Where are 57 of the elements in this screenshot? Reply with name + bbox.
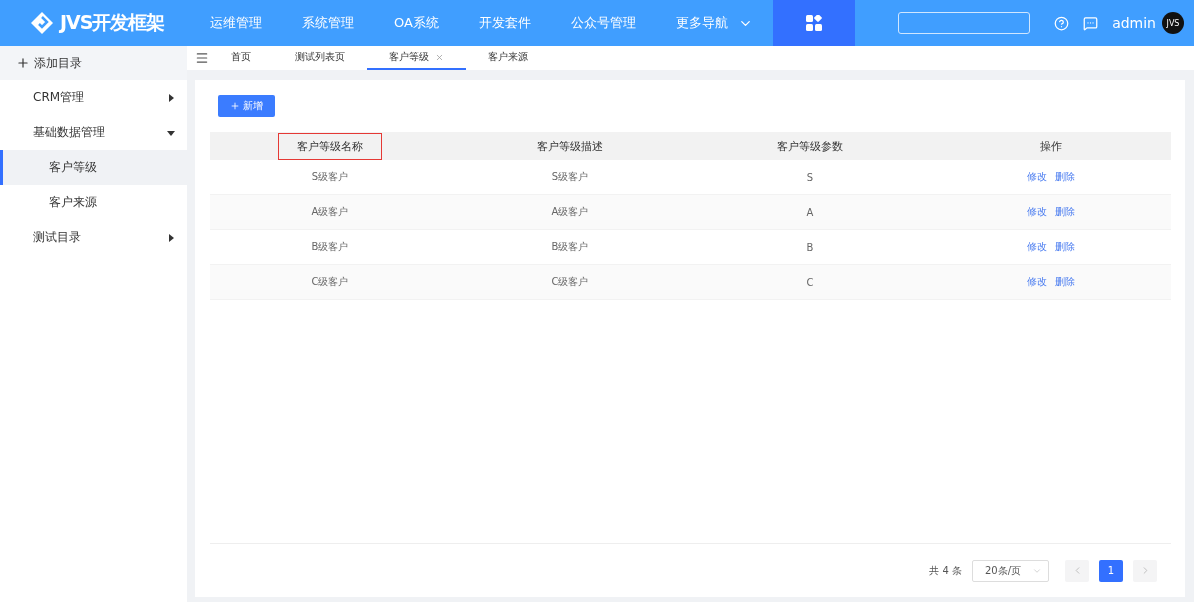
menu-icon[interactable] <box>195 51 209 65</box>
logo-text: JVS开发框架 <box>60 10 165 35</box>
close-icon[interactable] <box>435 52 444 62</box>
column-header: 客户等级描述 <box>536 138 604 155</box>
delete-link[interactable]: 删除 <box>1054 170 1075 184</box>
table-cell-text: S <box>805 170 815 185</box>
table-cell-text: B级客户 <box>550 240 590 254</box>
username[interactable]: admin <box>1112 15 1156 31</box>
page-size-select[interactable]: 20条/页 <box>972 559 1049 582</box>
apps-icon <box>805 15 822 31</box>
delete-link[interactable]: 删除 <box>1054 240 1075 254</box>
delete-link[interactable]: 删除 <box>1054 275 1075 289</box>
total-count: 共 4 条 <box>929 563 962 578</box>
tab[interactable]: 首页 <box>209 46 273 70</box>
column-header: 操作 <box>1038 138 1063 155</box>
nav-link[interactable]: 开发套件 <box>458 0 551 46</box>
nav-link[interactable]: 公众号管理 <box>550 0 656 46</box>
delete-link[interactable]: 删除 <box>1054 205 1075 219</box>
table-cell-text: C <box>805 275 815 290</box>
message-icon[interactable] <box>1083 15 1099 31</box>
column-header: 客户等级参数 <box>776 138 844 155</box>
sidebar-subitem[interactable]: 客户等级 <box>0 150 187 185</box>
logo-icon <box>30 11 54 35</box>
table-cell-text: C级客户 <box>550 275 590 289</box>
plus-icon <box>230 101 240 111</box>
edit-link[interactable]: 修改 <box>1026 275 1047 289</box>
caret-down-icon <box>167 128 175 137</box>
plus-icon <box>16 56 30 70</box>
edit-link[interactable]: 修改 <box>1026 240 1047 254</box>
nav-link[interactable]: 运维管理 <box>190 0 282 46</box>
search-field[interactable] <box>898 12 1031 34</box>
table-cell-text: S级客户 <box>310 170 350 184</box>
apps-button[interactable] <box>772 0 855 46</box>
add-button[interactable]: 新增 <box>218 95 275 117</box>
tab[interactable]: 客户来源 <box>466 46 550 70</box>
column-header: 客户等级名称 <box>278 132 382 160</box>
table-cell-text: B级客户 <box>310 240 350 254</box>
add-directory-button[interactable]: 添加目录 <box>0 46 187 80</box>
table-cell-text: A级客户 <box>550 205 590 219</box>
caret-right-icon <box>167 233 175 242</box>
table-cell-text: B <box>805 240 815 255</box>
table-cell-text: A级客户 <box>310 205 350 219</box>
edit-link[interactable]: 修改 <box>1026 205 1047 219</box>
avatar[interactable]: JVS <box>1162 12 1184 34</box>
table-cell-text: A <box>805 205 815 220</box>
page-button[interactable]: 1 <box>1099 559 1123 582</box>
prev-page-button[interactable] <box>1065 559 1089 582</box>
nav-link[interactable]: 系统管理 <box>282 0 374 46</box>
nav-link[interactable]: OA系统 <box>374 0 459 46</box>
tab[interactable]: 测试列表页 <box>273 46 367 70</box>
caret-right-icon <box>167 93 175 102</box>
tab[interactable]: 客户等级 <box>367 46 466 70</box>
edit-link[interactable]: 修改 <box>1026 170 1047 184</box>
help-icon[interactable] <box>1054 15 1070 31</box>
table-cell-text: C级客户 <box>310 275 350 289</box>
nav-dropdown[interactable]: 更多导航 <box>655 0 773 46</box>
table-cell-text: S级客户 <box>550 170 590 184</box>
